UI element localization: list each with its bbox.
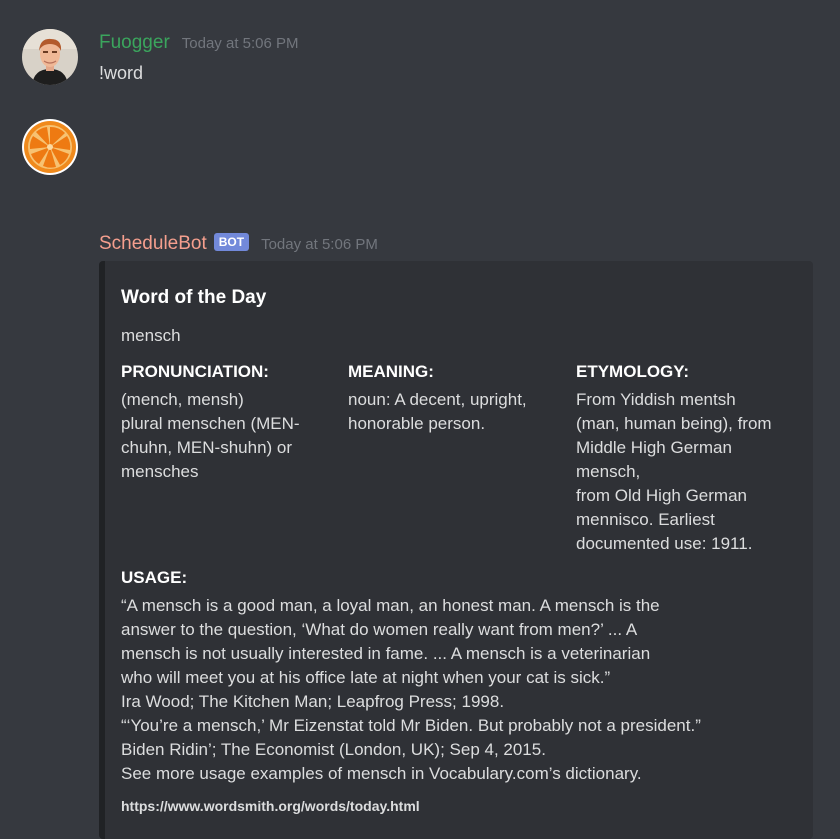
field-name: USAGE: (121, 568, 188, 587)
field-value: “A mensch is a good man, a loyal man, an… (121, 596, 701, 783)
field-usage: USAGE: “A mensch is a good man, a loyal … (121, 568, 721, 786)
field-name: ETYMOLOGY: (576, 362, 690, 381)
bot-avatar[interactable] (22, 119, 78, 175)
timestamp: Today at 5:06 PM (181, 35, 299, 52)
username[interactable]: ScheduleBot (99, 233, 207, 255)
orange-slice-icon (22, 119, 78, 175)
field-value: noun: A decent, upright, honorable perso… (348, 390, 527, 433)
field-value: From Yiddish mentsh (man, human being), … (576, 390, 772, 553)
embed: Word of the Day mensch PRONUNCIATION: (m… (99, 261, 813, 839)
message-content: !word (99, 63, 144, 83)
username[interactable]: Fuogger (99, 32, 170, 54)
field-name: PRONUNCIATION: (121, 362, 269, 381)
field-etymology: ETYMOLOGY: From Yiddish mentsh (man, hum… (576, 362, 806, 556)
message-fuogger: Fuogger Today at 5:06 PM !word (0, 0, 840, 112)
timestamp: Today at 5:06 PM (261, 236, 378, 253)
field-name: MEANING: (348, 362, 434, 381)
field-value: (mench, mensh) plural menschen (MEN- chu… (121, 390, 300, 481)
user-avatar[interactable] (22, 29, 78, 85)
embed-link[interactable]: https://www.wordsmith.org/words/today.ht… (121, 798, 420, 814)
bot-tag: BOT (213, 233, 250, 251)
embed-title: Word of the Day (121, 287, 267, 308)
embed-description: mensch (121, 326, 181, 345)
field-meaning: MEANING: noun: A decent, upright, honora… (348, 362, 568, 436)
user-avatar-icon (22, 29, 78, 85)
field-pronunciation: PRONUNCIATION: (mench, mensh) plural men… (121, 362, 341, 484)
